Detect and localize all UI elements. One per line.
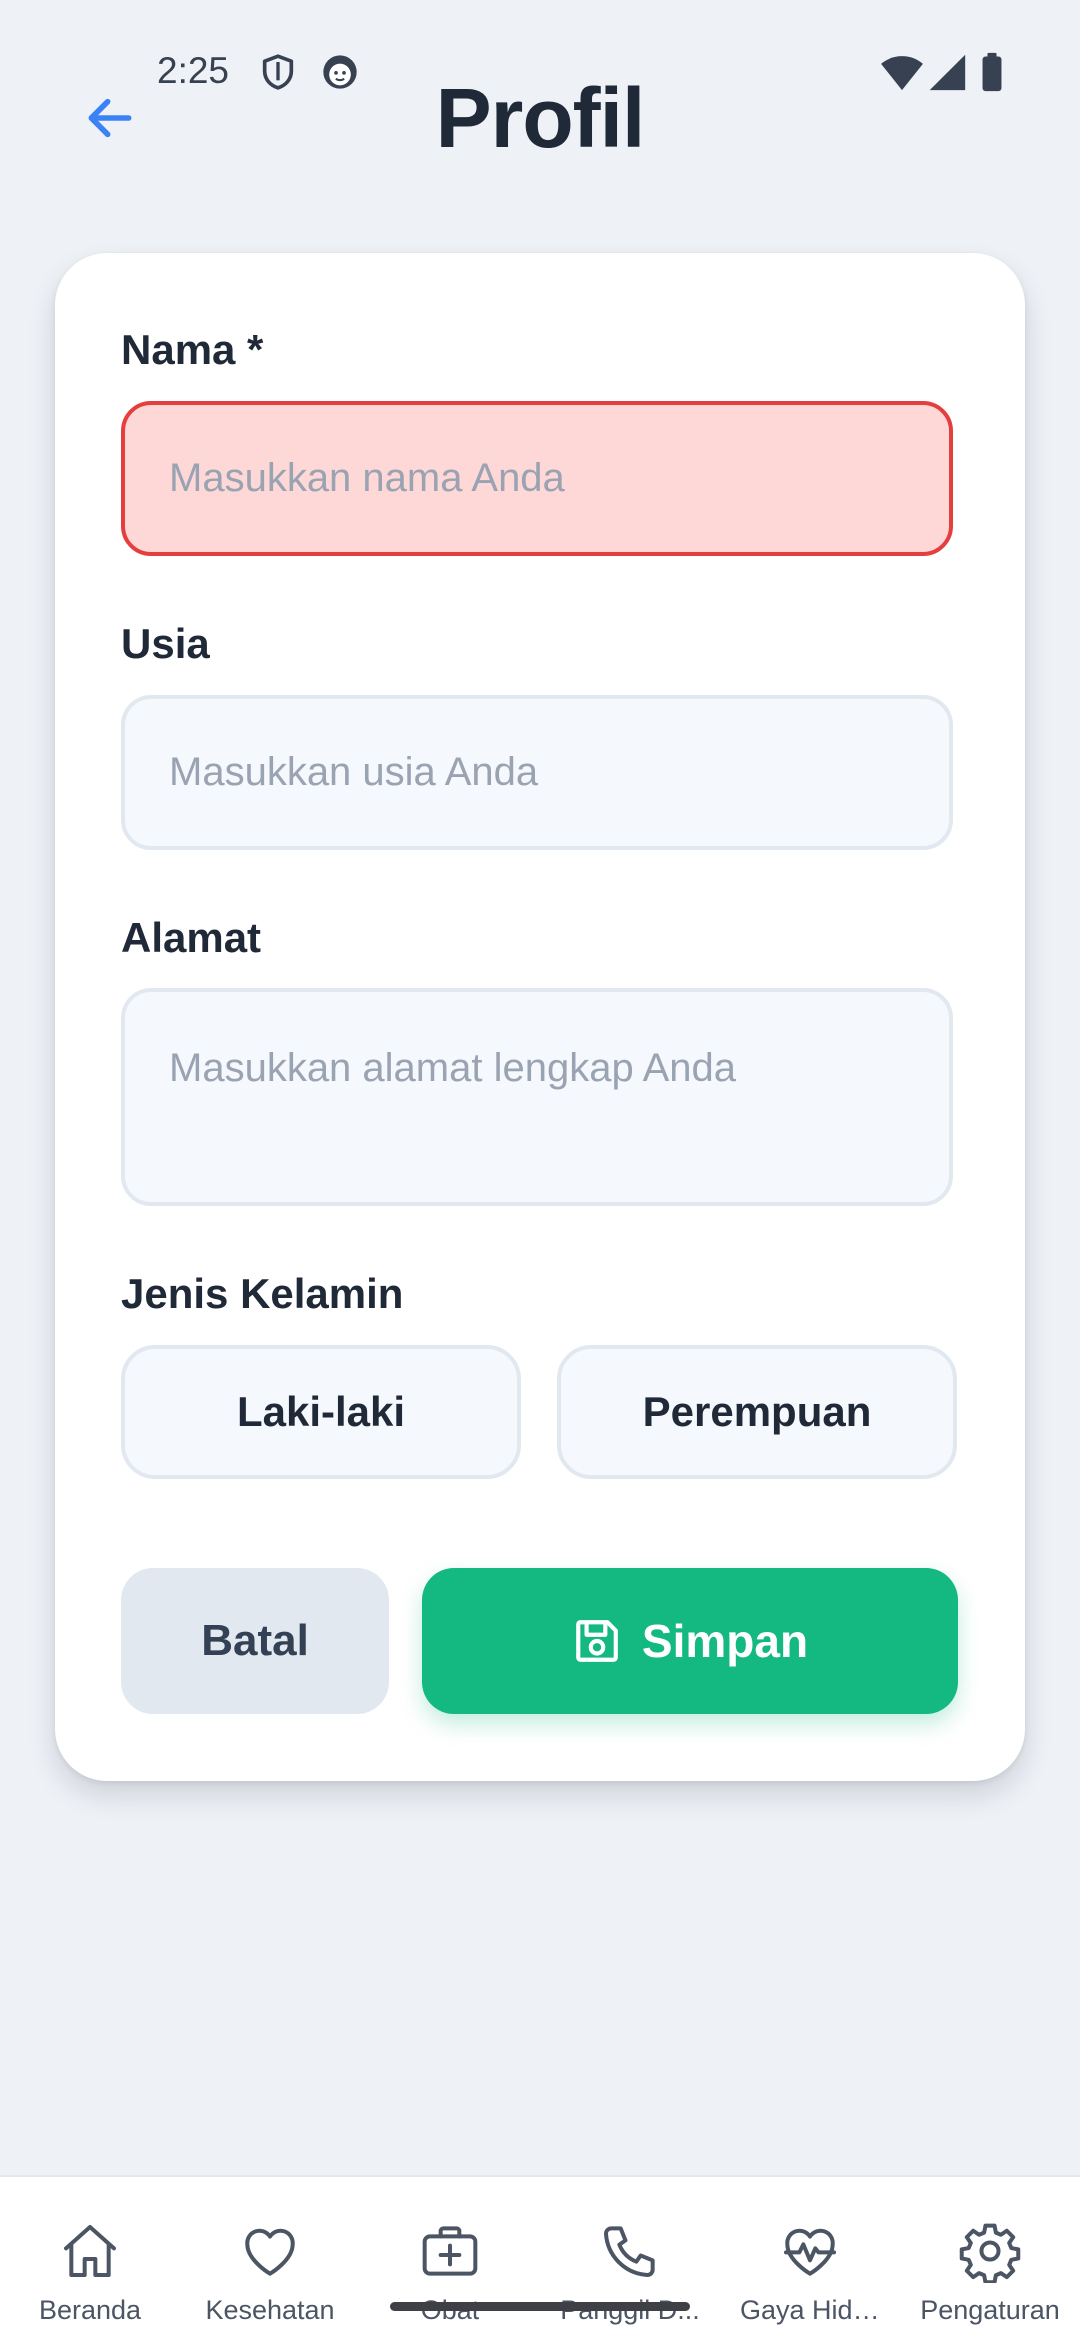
gender-option-female[interactable]: Perempuan: [557, 1345, 957, 1479]
page-title: Profil: [435, 71, 646, 165]
medical-kit-icon: [416, 2217, 484, 2285]
app-header: Profil: [0, 60, 1080, 170]
profile-form-card: Nama * Usia Alamat Jenis Kelamin Laki-la…: [55, 253, 1025, 1781]
age-input[interactable]: [121, 695, 953, 850]
nav-item-pengaturan[interactable]: Pengaturan: [900, 2177, 1080, 2342]
nav-label: Pengaturan: [920, 2295, 1060, 2325]
cancel-button[interactable]: Batal: [121, 1568, 389, 1714]
nav-label: Kesehatan: [205, 2295, 335, 2325]
nav-item-obat[interactable]: Obat: [360, 2177, 540, 2342]
nav-label: Gaya Hidup: [740, 2295, 880, 2325]
phone-icon: [596, 2217, 664, 2285]
gear-icon: [956, 2217, 1024, 2285]
home-indicator[interactable]: [390, 2302, 690, 2311]
floppy-disk-icon: [572, 1616, 622, 1666]
name-input[interactable]: [121, 401, 953, 556]
gender-label: Jenis Kelamin: [121, 1270, 404, 1317]
address-textarea[interactable]: [121, 988, 953, 1206]
save-button[interactable]: Simpan: [422, 1568, 958, 1714]
home-icon: [56, 2217, 124, 2285]
heart-pulse-icon: [776, 2217, 844, 2285]
nav-label: Beranda: [38, 2295, 142, 2325]
nav-item-kesehatan[interactable]: Kesehatan: [180, 2177, 360, 2342]
nav-item-panggil-dokter[interactable]: Panggil D...: [540, 2177, 720, 2342]
nav-item-gaya-hidup[interactable]: Gaya Hidup: [720, 2177, 900, 2342]
address-label: Alamat: [121, 914, 262, 961]
heart-icon: [236, 2217, 304, 2285]
save-button-label: Simpan: [641, 1615, 809, 1667]
nav-item-beranda[interactable]: Beranda: [0, 2177, 180, 2342]
name-label: Nama *: [121, 326, 264, 373]
age-label: Usia: [121, 620, 210, 667]
cancel-button-label: Batal: [201, 1616, 309, 1665]
gender-option-male[interactable]: Laki-laki: [121, 1345, 521, 1479]
bottom-nav: Beranda Kesehatan Obat Panggil D...: [0, 2175, 1080, 2342]
